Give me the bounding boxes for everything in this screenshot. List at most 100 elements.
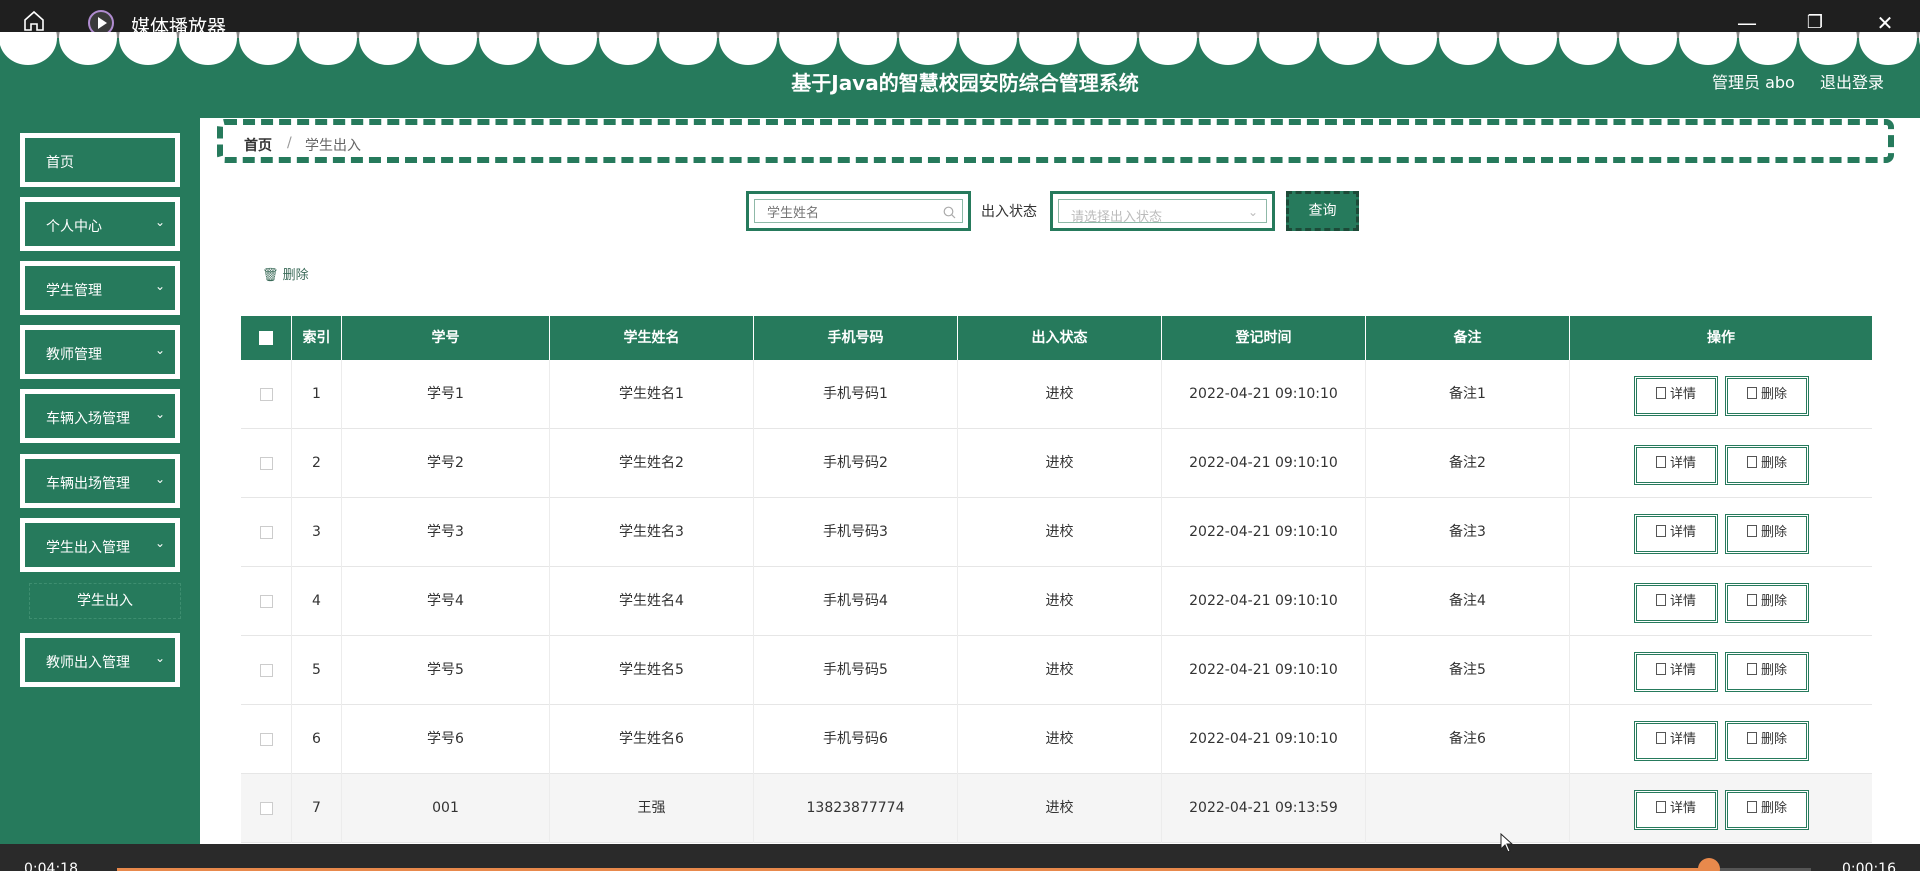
search-icon (943, 206, 956, 219)
delete-button[interactable]: 删除 (1725, 652, 1809, 692)
cell-student-id: 学号1 (342, 360, 550, 429)
cell-index: 2 (292, 429, 342, 498)
student-name-input[interactable] (767, 200, 937, 226)
document-icon (1655, 732, 1666, 744)
sidebar-item-label: 个人中心 (46, 219, 102, 235)
cell-note: 备注6 (1366, 705, 1570, 774)
detail-button[interactable]: 详情 (1634, 376, 1718, 416)
sidebar-item-teacher-access[interactable]: 教师出入管理 ⌄ (20, 633, 180, 687)
sidebar-subitem-student-access[interactable]: 学生出入 (29, 583, 181, 619)
delete-button[interactable]: 删除 (1725, 721, 1809, 761)
header-status[interactable]: 出入状态 (958, 316, 1162, 360)
cell-phone: 手机号码6 (754, 705, 958, 774)
detail-button-label: 详情 (1669, 456, 1696, 471)
cell-actions: 详情 删除 (1570, 774, 1872, 843)
status-select[interactable]: 请选择出入状态 ⌄ (1050, 191, 1275, 231)
detail-button-label: 详情 (1669, 525, 1696, 540)
cell-actions: 详情 删除 (1570, 705, 1872, 774)
chevron-down-icon: ⌄ (154, 279, 165, 293)
header-phone[interactable]: 手机号码 (754, 316, 958, 360)
header-time[interactable]: 登记时间 (1162, 316, 1366, 360)
header-student-id[interactable]: 学号 (342, 316, 550, 360)
home-icon[interactable] (22, 10, 46, 32)
detail-button[interactable]: 详情 (1634, 721, 1718, 761)
admin-user-label: 管理员 abo (1712, 73, 1795, 92)
delete-button-label: 删除 (1760, 456, 1787, 471)
sidebar-item-student-management[interactable]: 学生管理 ⌄ (20, 261, 180, 315)
cell-note: 备注2 (1366, 429, 1570, 498)
sidebar-item-teacher-management[interactable]: 教师管理 ⌄ (20, 325, 180, 379)
document-icon (1655, 663, 1666, 675)
cell-note: 备注3 (1366, 498, 1570, 567)
logout-link[interactable]: 退出登录 (1820, 69, 1884, 93)
delete-button[interactable]: 删除 (1725, 790, 1809, 830)
row-checkbox[interactable] (259, 525, 273, 539)
select-all-checkbox[interactable] (259, 331, 273, 345)
detail-button-label: 详情 (1669, 663, 1696, 678)
header-index[interactable]: 索引 (292, 316, 342, 360)
sidebar-item-vehicle-exit[interactable]: 车辆出场管理 ⌄ (20, 454, 180, 508)
student-name-field[interactable] (746, 191, 971, 231)
table-row: 3 学号3 学生姓名3 手机号码3 进校 2022-04-21 09:10:10 备注3 详情… (241, 498, 1872, 567)
cell-student-name: 王强 (550, 774, 754, 843)
cell-status: 进校 (958, 360, 1162, 429)
cell-student-name: 学生姓名3 (550, 498, 754, 567)
delete-button[interactable]: 删除 (1725, 376, 1809, 416)
cell-note: 备注1 (1366, 360, 1570, 429)
chevron-down-icon: ⌄ (154, 343, 165, 357)
document-icon (1655, 525, 1666, 537)
chevron-down-icon: ⌄ (154, 536, 165, 550)
cell-actions: 详情 删除 (1570, 360, 1872, 429)
status-select-placeholder: 请选择出入状态 (1071, 210, 1163, 225)
row-checkbox[interactable] (259, 801, 273, 815)
cell-status: 进校 (958, 429, 1162, 498)
row-checkbox[interactable] (259, 732, 273, 746)
status-filter-label: 出入状态 (981, 204, 1037, 220)
row-checkbox[interactable] (259, 456, 273, 470)
cell-note: 备注5 (1366, 636, 1570, 705)
breadcrumb: 首页 / 学生出入 (217, 119, 1894, 163)
delete-button[interactable]: 删除 (1725, 514, 1809, 554)
cell-select (241, 774, 292, 843)
delete-button[interactable]: 删除 (1725, 583, 1809, 623)
row-checkbox[interactable] (259, 594, 273, 608)
sidebar-item-home[interactable]: 首页 (20, 133, 180, 187)
breadcrumb-home[interactable]: 首页 (244, 135, 272, 155)
cell-actions: 详情 删除 (1570, 567, 1872, 636)
header-note[interactable]: 备注 (1366, 316, 1570, 360)
detail-button[interactable]: 详情 (1634, 445, 1718, 485)
row-checkbox[interactable] (259, 663, 273, 677)
cell-student-id: 001 (342, 774, 550, 843)
sidebar-item-vehicle-entry[interactable]: 车辆入场管理 ⌄ (20, 389, 180, 443)
delete-button[interactable]: 删除 (1725, 445, 1809, 485)
detail-button[interactable]: 详情 (1634, 790, 1718, 830)
trash-icon (1746, 594, 1757, 606)
elapsed-time: 0:04:18 (24, 861, 78, 871)
app-header: 基于Java的智慧校园安防综合管理系统 管理员 abo 退出登录 (0, 32, 1920, 118)
remaining-time: 0:00:16 (1842, 861, 1896, 871)
detail-button[interactable]: 详情 (1634, 652, 1718, 692)
row-checkbox[interactable] (259, 387, 273, 401)
cell-student-id: 学号5 (342, 636, 550, 705)
detail-button[interactable]: 详情 (1634, 514, 1718, 554)
delete-button-label: 删除 (1760, 663, 1787, 678)
seek-handle[interactable] (1698, 858, 1721, 871)
cell-select (241, 360, 292, 429)
cell-status: 进校 (958, 498, 1162, 567)
header-student-name[interactable]: 学生姓名 (550, 316, 754, 360)
cell-index: 1 (292, 360, 342, 429)
sidebar-item-personal-center[interactable]: 个人中心 ⌄ (20, 197, 180, 251)
query-button[interactable]: 查询 (1286, 191, 1359, 231)
delete-button-label: 删除 (1760, 525, 1787, 540)
cell-index: 3 (292, 498, 342, 567)
select-all-cell (241, 316, 292, 360)
detail-button[interactable]: 详情 (1634, 583, 1718, 623)
media-progress-bar: 0:04:18 0:00:16 (0, 844, 1920, 871)
document-icon (1655, 456, 1666, 468)
cell-phone: 手机号码1 (754, 360, 958, 429)
sidebar-item-student-access[interactable]: 学生出入管理 ⌄ (20, 518, 180, 572)
table-row: 6 学号6 学生姓名6 手机号码6 进校 2022-04-21 09:10:10 备注6 详情… (241, 705, 1872, 774)
sidebar-item-label: 学生出入管理 (46, 540, 130, 556)
bulk-delete-button[interactable]: 🗑 删除 (262, 264, 309, 283)
cell-select (241, 498, 292, 567)
